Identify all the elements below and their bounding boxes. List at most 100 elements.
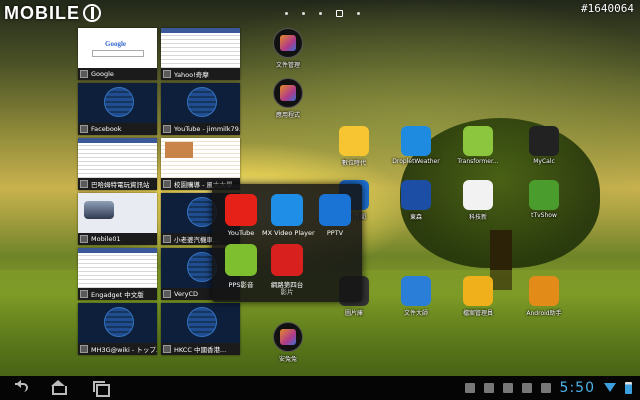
thumbnail-label: Facebook xyxy=(91,125,122,133)
browser-icon xyxy=(80,70,88,78)
desktop-icon-label: 檔案管理員 xyxy=(462,310,493,317)
thumbnail-caption: Google xyxy=(78,68,157,80)
recent-app-thumbnail[interactable]: 巴哈姆特電玩資訊站 xyxy=(78,138,157,190)
thumbnail-label: VeryCD xyxy=(174,290,199,298)
folder-app-mx-video-player[interactable]: MX Video Player xyxy=(262,194,315,237)
browser-icon xyxy=(163,290,171,298)
recent-app-thumbnail[interactable]: HKCC 中國香港... xyxy=(161,303,240,355)
desktop-icon-label: 東森 xyxy=(409,214,422,221)
sd-card-icon xyxy=(464,383,475,393)
home-icon[interactable] xyxy=(50,380,67,395)
thumbnail-preview xyxy=(78,193,157,233)
thumbnail-label: Mobile01 xyxy=(91,235,121,243)
folder-app-pps[interactable]: PPS影音 xyxy=(216,244,266,289)
page-dot xyxy=(302,12,305,15)
thumbnail-preview xyxy=(78,138,157,178)
wifi-icon xyxy=(604,383,616,393)
desktop-icon-label: 科技新 xyxy=(468,214,487,221)
browser-icon xyxy=(163,345,171,353)
status-tray[interactable]: 5:50 xyxy=(464,376,632,400)
folder-icon xyxy=(463,276,493,306)
tt-icon xyxy=(529,180,559,210)
desktop-icon-apps[interactable]: 應用程式 xyxy=(260,78,316,119)
youtube-icon xyxy=(225,194,257,226)
browser-icon xyxy=(80,180,88,188)
recent-app-thumbnail[interactable]: YouTube - jimmilk79... xyxy=(161,83,240,135)
browser-icon xyxy=(163,235,171,243)
recent-app-thumbnail[interactable]: Google xyxy=(78,28,157,80)
document-icon xyxy=(401,276,431,306)
desktop-icon-label: tTvShow xyxy=(531,212,557,219)
desktop-icon-ettoday[interactable]: 東森 xyxy=(388,180,444,221)
folder-app-pptv[interactable]: PPTV xyxy=(310,194,360,237)
mx-video-player-icon xyxy=(271,194,303,226)
file-manager-icon xyxy=(273,28,303,58)
navigation-bar: 5:50 xyxy=(0,376,640,400)
browser-icon xyxy=(80,235,88,243)
desktop-icon-droplet[interactable]: DropletWeather xyxy=(388,126,444,165)
recent-app-thumbnail[interactable]: 校園購導 - 風大大學... xyxy=(161,138,240,190)
desktop-icon-file-manager[interactable]: 文件管理 xyxy=(260,28,316,69)
page-indicator xyxy=(285,10,360,17)
emoji-icon xyxy=(339,126,369,156)
clock: 5:50 xyxy=(559,380,595,396)
pptv-icon xyxy=(319,194,351,226)
watermark: #1640064 xyxy=(581,2,634,15)
thumbnail-label: Yahoo!奇摩 xyxy=(174,71,209,79)
recent-app-thumbnail[interactable]: Engadget 中文版 xyxy=(78,248,157,300)
android-icon xyxy=(463,126,493,156)
desktop-icon-label: 圖片庫 xyxy=(344,310,363,317)
thumbnail-caption: YouTube - jimmilk79... xyxy=(161,123,240,135)
apps-icon xyxy=(273,78,303,108)
folder-app-label: PPTV xyxy=(326,229,344,237)
desktop-icon-tech[interactable]: 科技新 xyxy=(450,180,506,221)
thumbnail-caption: 巴哈姆特電玩資訊站 xyxy=(78,178,157,190)
gears-icon xyxy=(529,276,559,306)
thumbnail-label: Engadget 中文版 xyxy=(91,291,144,299)
page-dot-active xyxy=(336,10,343,17)
calculator-icon xyxy=(529,126,559,156)
folder-app-label: MX Video Player xyxy=(262,229,315,237)
desktop-icon-calculator[interactable]: MyCalc xyxy=(516,126,572,165)
mobile01-logo: MOBILE xyxy=(4,2,101,24)
page-dot xyxy=(285,12,288,15)
desktop-icon-android[interactable]: Transformer... xyxy=(450,126,506,165)
desktop-icon-label: Transformer... xyxy=(457,158,499,165)
page-dot xyxy=(319,12,322,15)
recent-apps-icon[interactable] xyxy=(92,380,110,397)
browser-icon xyxy=(163,70,171,78)
browser-icon xyxy=(80,125,88,133)
thumbnail-preview xyxy=(161,28,240,68)
desktop-icon-folder[interactable]: 檔案管理員 xyxy=(450,276,506,317)
thumbnail-label: HKCC 中國香港... xyxy=(174,346,227,354)
droplet-icon xyxy=(401,126,431,156)
desktop-icon-label: 文件大師 xyxy=(403,310,428,317)
recent-app-thumbnail[interactable]: Yahoo!奇摩 xyxy=(161,28,240,80)
folder-app-youtube[interactable]: YouTube xyxy=(216,194,266,237)
recent-app-thumbnail[interactable]: Facebook xyxy=(78,83,157,135)
desktop-icon-antutu[interactable]: 安兔兔 xyxy=(260,322,316,363)
thumbnail-preview xyxy=(161,83,240,123)
battery-icon xyxy=(625,382,632,394)
ettoday-icon xyxy=(401,180,431,210)
desktop-icon-emoji[interactable]: 數位時代 xyxy=(326,126,382,167)
desktop-icon-label: 數位時代 xyxy=(341,160,366,167)
mail-icon xyxy=(521,383,532,393)
thumbnail-preview xyxy=(78,83,157,123)
antutu-icon xyxy=(273,322,303,352)
folder-name[interactable]: 影片 xyxy=(212,286,362,296)
recent-app-thumbnail[interactable]: Mobile01 xyxy=(78,193,157,245)
folder-app-tv4[interactable]: 網路第四台 xyxy=(262,244,312,289)
desktop-icon-label: DropletWeather xyxy=(392,158,440,165)
desktop-icon-tt[interactable]: tTvShow xyxy=(516,180,572,219)
desktop-icon-document[interactable]: 文件大師 xyxy=(388,276,444,317)
thumbnail-preview xyxy=(78,248,157,288)
thumbnail-caption: Yahoo!奇摩 xyxy=(161,68,240,80)
desktop-icon-gears[interactable]: Android助手 xyxy=(516,276,572,317)
back-icon[interactable] xyxy=(12,380,28,394)
home-screen: MOBILE #1640064 Google Yahoo!奇摩 Facebook Yo… xyxy=(0,0,640,400)
thumbnail-label: Google xyxy=(91,70,114,78)
recent-app-thumbnail[interactable]: MH3G@wiki - トップ... xyxy=(78,303,157,355)
browser-icon xyxy=(80,290,88,298)
pps-icon xyxy=(225,244,257,276)
